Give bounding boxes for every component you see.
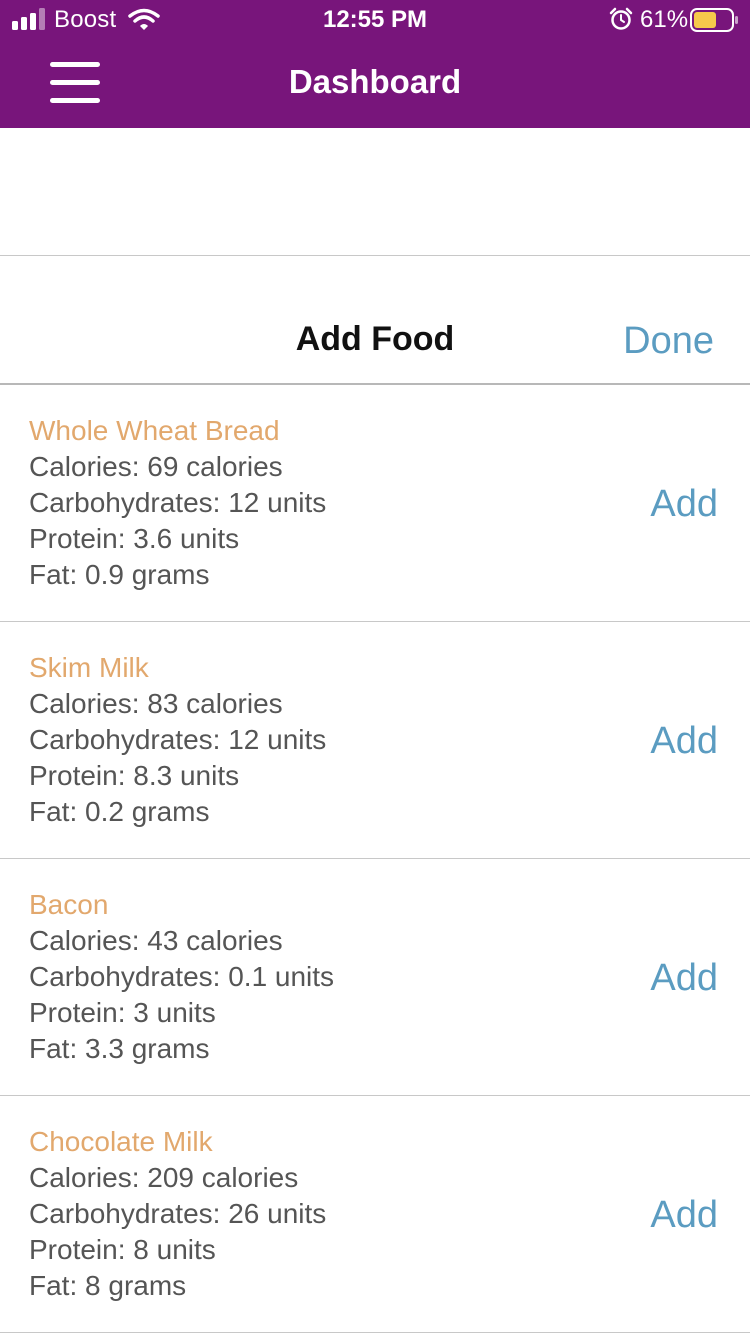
food-fat: Fat: 0.2 grams xyxy=(29,796,210,827)
food-name: Whole Wheat Bread xyxy=(29,415,280,446)
food-fat: Fat: 0.9 grams xyxy=(29,559,210,590)
food-protein: Protein: 8.3 units xyxy=(29,760,240,791)
food-name: Bacon xyxy=(29,889,109,920)
add-food-header: Add Food Done xyxy=(0,256,750,385)
food-calories: Calories: 209 calories xyxy=(29,1162,299,1193)
food-fat: Fat: 3.3 grams xyxy=(29,1033,210,1064)
food-calories: Calories: 83 calories xyxy=(29,688,283,719)
food-name: Chocolate Milk xyxy=(29,1126,213,1157)
add-food-button[interactable]: Add xyxy=(650,1194,718,1237)
battery-percent: 61% xyxy=(640,6,689,33)
food-calories: Calories: 69 calories xyxy=(29,451,283,482)
food-fat: Fat: 8 grams xyxy=(29,1270,187,1301)
food-protein: Protein: 3 units xyxy=(29,997,216,1028)
food-item: Whole Wheat Bread Calories: 69 calories … xyxy=(0,385,750,622)
add-food-button[interactable]: Add xyxy=(650,957,718,1000)
food-name: Skim Milk xyxy=(29,652,149,683)
food-item: Bacon Calories: 43 calories Carbohydrate… xyxy=(0,859,750,1096)
page-title: Dashboard xyxy=(288,63,462,100)
add-food-button[interactable]: Add xyxy=(650,483,718,526)
food-item: Chocolate Milk Calories: 209 calories Ca… xyxy=(0,1096,750,1333)
alarm-icon xyxy=(609,7,633,30)
app-header: Boost 12:55 PM 61% Dashboard xyxy=(0,0,750,128)
food-carbohydrates: Carbohydrates: 26 units xyxy=(29,1198,327,1229)
food-carbohydrates: Carbohydrates: 0.1 units xyxy=(29,961,335,992)
food-list: Whole Wheat Bread Calories: 69 calories … xyxy=(0,385,750,1333)
status-time: 12:55 PM xyxy=(322,6,428,33)
add-food-button[interactable]: Add xyxy=(650,720,718,763)
food-item: Skim Milk Calories: 83 calories Carbohyd… xyxy=(0,622,750,859)
food-protein: Protein: 8 units xyxy=(29,1234,216,1265)
food-protein: Protein: 3.6 units xyxy=(29,523,240,554)
food-carbohydrates: Carbohydrates: 12 units xyxy=(29,724,327,755)
battery-icon xyxy=(690,8,738,32)
food-calories: Calories: 43 calories xyxy=(29,925,283,956)
food-carbohydrates: Carbohydrates: 12 units xyxy=(29,487,327,518)
empty-content-area xyxy=(0,128,750,256)
status-bar: Boost 12:55 PM 61% xyxy=(0,0,750,40)
done-button[interactable]: Done xyxy=(623,320,714,363)
